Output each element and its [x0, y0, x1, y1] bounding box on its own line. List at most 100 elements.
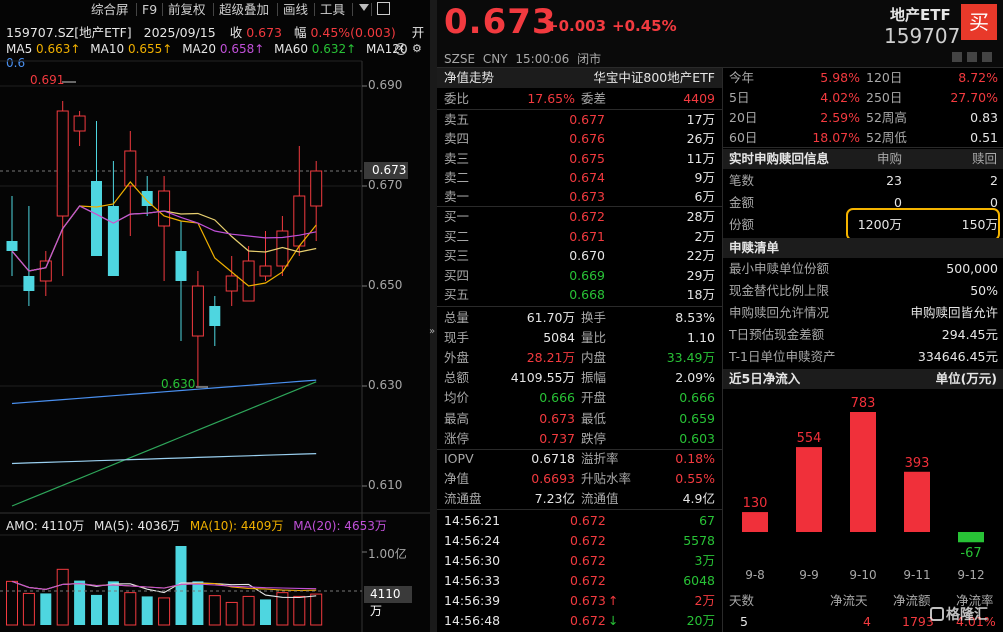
- perf-label: 120日: [866, 70, 903, 85]
- tick-price: 0.672: [570, 553, 606, 568]
- netflow-category-label: 9-11: [903, 568, 930, 582]
- volume-bar: [310, 593, 323, 626]
- volume-bar: [158, 597, 171, 626]
- iopv-value: 0.6693: [531, 471, 575, 486]
- stat-label: 跌停: [581, 430, 607, 446]
- ask-price[interactable]: 0.674: [560, 168, 605, 188]
- redemption-col-redeem: 赎回: [972, 151, 998, 166]
- vol-ma20: MA(20): 4653万: [293, 519, 387, 533]
- security-name: 地产ETF: [890, 6, 951, 24]
- candle-body: [6, 241, 18, 251]
- tick-volume: 2万: [694, 593, 715, 608]
- perf-value: 27.70%: [950, 90, 998, 105]
- stat-value: 0.659: [679, 410, 715, 426]
- volume-bar: [40, 593, 52, 625]
- bid-level-label: 买一: [444, 209, 470, 224]
- tick-time: 14:56:30: [444, 553, 501, 568]
- ask-volume: 9万: [694, 169, 715, 185]
- tick-volume: 5578: [683, 533, 715, 548]
- panel-splitter[interactable]: [430, 0, 437, 632]
- ask-level-label: 卖五: [444, 112, 470, 127]
- perf-label: 5日: [729, 90, 750, 105]
- candle-body: [259, 265, 272, 277]
- iopv-label: 流通值: [581, 491, 619, 506]
- stat-label: 涨停: [444, 430, 470, 446]
- netflow-bar: [796, 447, 822, 532]
- price-axis-label: 0.610: [368, 478, 403, 492]
- volume-bar: [91, 594, 102, 625]
- bid-price[interactable]: 0.671: [560, 227, 605, 247]
- link-icon[interactable]: [967, 52, 977, 62]
- manifest-value: 申购赎回皆允许: [910, 305, 998, 320]
- kline-chart[interactable]: [0, 0, 430, 632]
- tick-volume: 20万: [686, 613, 715, 628]
- volume-bar: [242, 595, 255, 626]
- netflow-title: 近5日净流入: [729, 371, 801, 386]
- ask-price[interactable]: 0.673: [560, 187, 605, 207]
- tick-price: 0.673: [570, 593, 606, 608]
- current-volume-tag: 4110万: [364, 586, 412, 618]
- volume-bar: [6, 580, 18, 626]
- weicha-label: 委差: [581, 91, 607, 106]
- candle-body: [209, 306, 221, 326]
- perf-label: 250日: [866, 90, 903, 105]
- high-annotation: 0.691: [30, 73, 65, 87]
- security-code-large: 159707: [884, 24, 961, 48]
- market-info: SZSE CNY 15:00:06 闭市: [444, 50, 601, 67]
- netflow-value-label: 554: [797, 431, 822, 446]
- divider: [723, 147, 1003, 148]
- iopv-value: 0.55%: [675, 471, 715, 486]
- price-axis-label: 0.690: [368, 78, 403, 92]
- stat-label: 均价: [444, 390, 470, 406]
- price-axis-label: 0.670: [368, 178, 403, 192]
- perf-label: 52周低: [866, 130, 907, 145]
- netflow-value-label: 783: [851, 396, 876, 411]
- bid-level-label: 买二: [444, 228, 470, 244]
- redemption-row-label: 笔数: [729, 173, 755, 188]
- volume-bar: [192, 581, 204, 625]
- manifest-label: T-1日单位申赎资产: [729, 349, 836, 364]
- candle-body: [91, 181, 102, 256]
- redemption-row-label: 份额: [729, 217, 755, 232]
- bid-price[interactable]: 0.669: [560, 266, 605, 286]
- stat-value: 0.666: [539, 390, 575, 406]
- stat-value: 0.603: [679, 430, 715, 446]
- stat-value: 0.673: [539, 410, 575, 426]
- ask-level-label: 卖三: [444, 150, 470, 166]
- stat-label: 换手: [581, 310, 607, 325]
- more-icon[interactable]: [982, 52, 992, 62]
- quote-time: 15:00:06: [515, 52, 570, 66]
- collapse-arrow-icon[interactable]: »: [429, 326, 435, 337]
- iopv-label: 流通盘: [444, 491, 482, 506]
- kline-panel[interactable]: 综合屏 F9 前复权 超级叠加 画线 工具 159707.SZ[地产ETF] 2…: [0, 0, 430, 632]
- bid-price[interactable]: 0.668: [560, 285, 605, 305]
- netflow-bar: [904, 471, 930, 532]
- ask-price[interactable]: 0.675: [560, 149, 605, 169]
- manifest-label: T日预估现金差额: [729, 327, 825, 342]
- redemption-col-subscribe: 申购: [877, 151, 903, 166]
- ask-level-label: 卖二: [444, 169, 470, 185]
- redeem-value: 2: [990, 173, 998, 188]
- stat-label: 开盘: [581, 390, 607, 406]
- stat-label: 最高: [444, 410, 470, 426]
- bid-price[interactable]: 0.672: [560, 207, 605, 227]
- stat-value: 2.09%: [675, 370, 715, 386]
- ma250-line: [11, 453, 317, 465]
- watermark-text: 格隆汇: [946, 607, 988, 623]
- perf-label: 52周高: [866, 110, 907, 125]
- candle-body: [124, 150, 137, 187]
- bid-price[interactable]: 0.670: [560, 246, 605, 266]
- iopv-value: 4.9亿: [682, 491, 715, 506]
- buy-button[interactable]: 买: [961, 4, 997, 40]
- volume-bar: [293, 595, 306, 626]
- stat-label: 振幅: [581, 370, 607, 386]
- ask-price[interactable]: 0.676: [560, 129, 605, 149]
- candle-body: [23, 276, 35, 291]
- iopv-value: 0.18%: [675, 451, 715, 466]
- tick-price: 0.672: [570, 513, 606, 528]
- nav-trend-link[interactable]: 净值走势: [444, 68, 494, 88]
- ask-price[interactable]: 0.677: [560, 110, 605, 130]
- edit-icon[interactable]: [952, 52, 962, 62]
- netflow-value-label: 393: [905, 456, 930, 471]
- candle-body: [175, 251, 187, 281]
